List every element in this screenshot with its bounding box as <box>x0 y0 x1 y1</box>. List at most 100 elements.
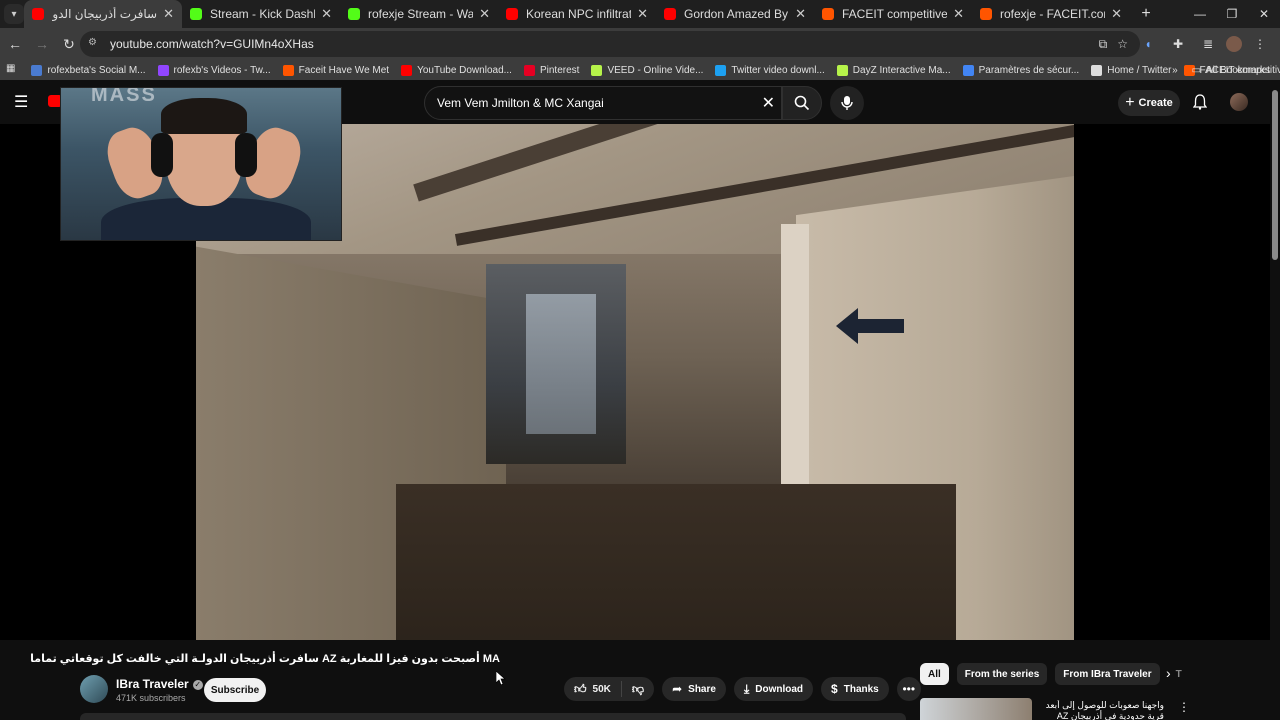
chrome-menu-icon[interactable]: ⋮ <box>1248 32 1272 56</box>
bookmarks-overflow-icon[interactable]: » <box>1172 65 1178 76</box>
new-tab-button[interactable]: + <box>1134 5 1158 23</box>
clear-search-icon[interactable]: ✕ <box>762 93 775 113</box>
address-bar-actions: ⧉ ☆ <box>1099 31 1128 57</box>
like-dislike-group: 👍︎ 50K 👎︎ <box>564 677 655 701</box>
share-label: Share <box>688 683 716 695</box>
bookmark-item[interactable]: Home / Twitter <box>1091 64 1172 76</box>
extension-icon[interactable]: ◖ <box>1136 32 1160 56</box>
folder-icon: ▭ <box>1191 64 1202 76</box>
browser-tab[interactable]: rofexje - FACEIT.com ✕ <box>972 0 1130 28</box>
browser-tab[interactable]: سافرت أذربيجان الدولة التي خالف ✕ <box>24 0 182 28</box>
download-icon: ⤓ <box>743 681 750 696</box>
browser-tab[interactable]: Gordon Amazed By Chef Who I ✕ <box>656 0 814 28</box>
back-icon[interactable]: ← <box>3 32 27 56</box>
bookmark-item[interactable]: rofexb's Videos - Tw... <box>157 64 271 76</box>
subscribe-button[interactable]: Subscribe <box>204 678 266 702</box>
close-window-icon[interactable]: ✕ <box>1248 0 1280 28</box>
media-controls-icon[interactable]: ≣ <box>1196 32 1220 56</box>
install-app-icon[interactable]: ⧉ <box>1099 37 1108 52</box>
close-tab-icon[interactable]: ✕ <box>795 6 806 22</box>
close-tab-icon[interactable]: ✕ <box>479 6 490 22</box>
headphones-icon <box>235 133 257 177</box>
close-tab-icon[interactable]: ✕ <box>637 6 648 22</box>
all-bookmarks[interactable]: ▭ All Bookmarks <box>1192 65 1270 76</box>
channel-name-text: IBra Traveler <box>116 677 189 691</box>
video-actions: 👍︎ 50K 👎︎ ➦ Share ⤓ Download $ Thanks ••… <box>564 677 921 701</box>
thanks-icon: $ <box>831 682 838 696</box>
filter-chip[interactable]: From the series <box>956 663 1048 685</box>
notifications-bell-icon[interactable] <box>1190 92 1210 112</box>
bookmark-item[interactable]: Twitter video downl... <box>715 64 825 76</box>
reload-icon[interactable]: ↻ <box>57 32 81 56</box>
channel-avatar[interactable] <box>80 675 108 703</box>
kick-icon <box>348 8 360 20</box>
like-count: 50K <box>592 683 611 695</box>
share-button[interactable]: ➦ Share <box>662 677 726 701</box>
youtube-icon <box>32 8 44 20</box>
download-button[interactable]: ⤓ Download <box>733 677 814 701</box>
bookmark-item[interactable]: VEED - Online Vide... <box>591 64 703 76</box>
forward-icon[interactable]: → <box>30 32 54 56</box>
minimize-icon[interactable]: — <box>1184 0 1216 28</box>
description-box[interactable] <box>80 713 906 720</box>
voice-search-icon[interactable] <box>830 86 864 120</box>
browser-tab[interactable]: Stream - Kick Dashboard ✕ <box>182 0 340 28</box>
page-scrollbar[interactable] <box>1272 90 1278 260</box>
recommendation-title[interactable]: واجهنا صعوبات للوصول إلى أبعد قرية حدودي… <box>1038 700 1164 720</box>
bookmark-item[interactable]: rofexbeta's Social M... <box>31 64 146 76</box>
browser-tab[interactable]: rofexje Stream - Watch Live on ✕ <box>340 0 498 28</box>
profile-avatar[interactable] <box>1226 36 1242 52</box>
dislike-button[interactable]: 👎︎ <box>622 682 654 697</box>
thumbs-up-icon: 👍︎ <box>574 681 587 696</box>
search-input[interactable]: Vem Vem Jmilton & MC Xangai ✕ <box>424 86 782 120</box>
tab-title: سافرت أذربيجان الدولة التي خالف <box>52 7 158 21</box>
bookmark-star-icon[interactable]: ☆ <box>1117 37 1128 51</box>
bookmark-item[interactable]: YouTube Download... <box>401 64 512 76</box>
thanks-button[interactable]: $ Thanks <box>821 677 889 701</box>
chevron-right-icon[interactable]: › <box>1166 665 1171 681</box>
create-label: Create <box>1138 97 1173 109</box>
browser-tab[interactable]: FACEIT competitive match - FA ✕ <box>814 0 972 28</box>
site-info-icon[interactable]: ⚙ <box>88 37 102 51</box>
search-icon[interactable] <box>782 86 822 120</box>
browser-tab[interactable]: Korean NPC infiltrates Sony HQ ✕ <box>498 0 656 28</box>
recommendation-thumbnail[interactable] <box>920 698 1032 720</box>
close-tab-icon[interactable]: ✕ <box>163 6 174 22</box>
close-tab-icon[interactable]: ✕ <box>953 6 964 22</box>
bookmark-item[interactable]: Faceit Have We Met <box>282 64 390 76</box>
like-button[interactable]: 👍︎ 50K <box>564 681 622 697</box>
account-avatar[interactable] <box>1230 93 1248 111</box>
restore-icon[interactable]: ❐ <box>1216 0 1248 28</box>
bookmark-label: Faceit Have We Met <box>298 64 390 76</box>
filter-chip[interactable]: From IBra Traveler <box>1055 663 1160 685</box>
tabs: سافرت أذربيجان الدولة التي خالف✕Stream -… <box>24 0 1130 28</box>
close-tab-icon[interactable]: ✕ <box>321 6 332 22</box>
bookmark-favicon-icon <box>523 64 535 76</box>
bookmark-list: rofexbeta's Social M... rofexb's Videos -… <box>31 64 1280 76</box>
bookmark-favicon-icon <box>282 64 294 76</box>
more-actions-icon[interactable]: ••• <box>896 677 921 701</box>
bookmark-label: Paramètres de sécur... <box>978 64 1080 76</box>
mouse-cursor-icon <box>496 671 506 685</box>
apps-grid-icon[interactable]: ▦ <box>6 63 15 77</box>
bookmark-label: rofexb's Videos - Tw... <box>173 64 271 76</box>
address-bar[interactable]: ⚙ youtube.com/watch?v=GUIMn4oXHas ⧉ ☆ <box>80 31 1140 57</box>
bookmark-item[interactable]: Pinterest <box>523 64 579 76</box>
channel-name[interactable]: IBra Traveler ✓ <box>116 677 203 691</box>
tab-search-icon[interactable]: ▾ <box>4 4 24 24</box>
menu-icon[interactable]: ☰ <box>14 92 34 112</box>
video-corridor-light <box>526 294 596 434</box>
plus-icon: + <box>1125 94 1135 111</box>
recommendation-menu-icon[interactable]: ⋮ <box>1178 700 1190 714</box>
browser-tab-strip: ▾ سافرت أذربيجان الدولة التي خالف✕Stream… <box>0 0 1280 28</box>
puzzle-icon[interactable]: ✚ <box>1166 32 1190 56</box>
browser-toolbar: ← → ↻ ⚙ youtube.com/watch?v=GUIMn4oXHas … <box>0 28 1280 60</box>
bookmarks-bar: ▦ rofexbeta's Social M... rofexb's Videos… <box>0 60 1280 80</box>
filter-chip[interactable]: All <box>920 663 949 685</box>
close-tab-icon[interactable]: ✕ <box>1111 6 1122 22</box>
bookmark-item[interactable]: Paramètres de sécur... <box>962 64 1080 76</box>
bookmark-label: rofexbeta's Social M... <box>47 64 146 76</box>
create-button[interactable]: + Create <box>1118 90 1180 116</box>
bookmark-item[interactable]: DayZ Interactive Ma... <box>836 64 951 76</box>
headphones-icon <box>151 133 173 177</box>
